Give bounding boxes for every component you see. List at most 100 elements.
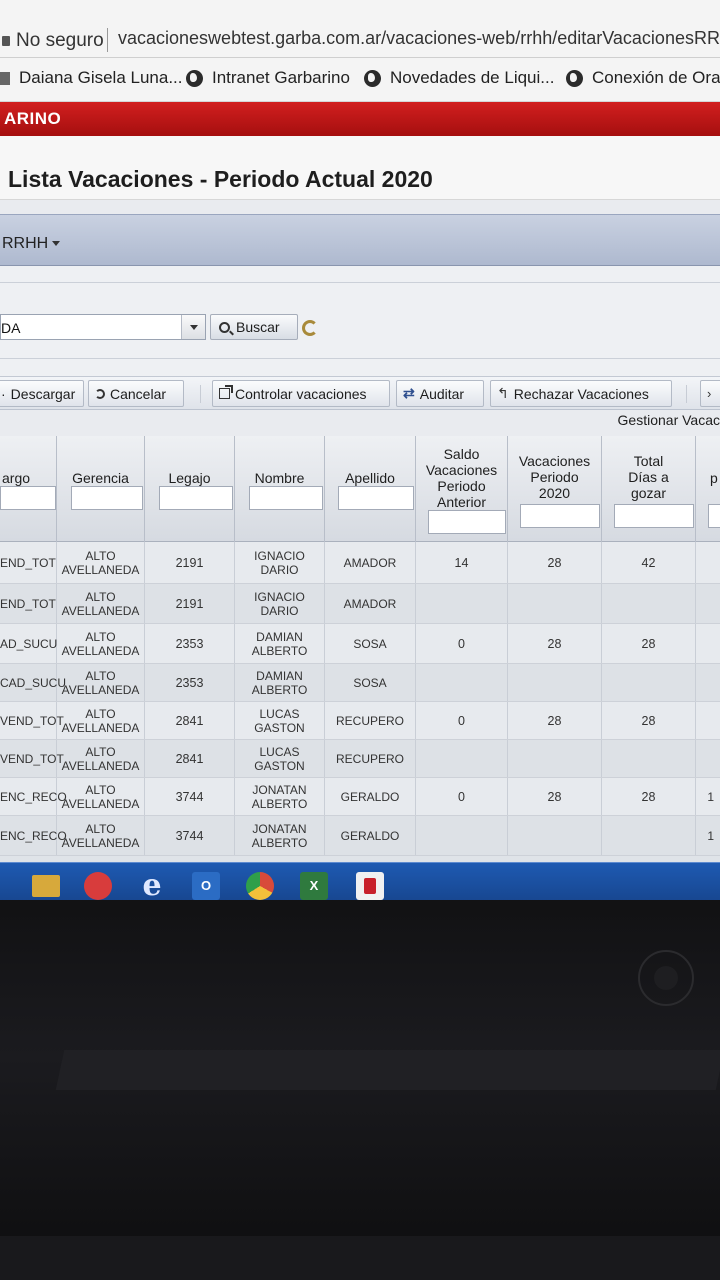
column-header-apellido[interactable]: Apellido [325, 436, 416, 542]
control-vacations-button[interactable]: Controlar vacaciones [212, 380, 390, 407]
column-header-extra[interactable]: p [696, 436, 720, 542]
bookmark-item[interactable]: Daiana Gisela Luna... [0, 68, 183, 88]
column-header-legajo[interactable]: Legajo [145, 436, 235, 542]
bookmark-item[interactable]: Intranet Garbarino [186, 68, 350, 88]
internet-explorer-icon[interactable]: e [138, 871, 166, 901]
table-row[interactable]: VEND_TOT ALTO AVELLANEDA 2841 LUCAS GAST… [0, 702, 720, 740]
filter-input-cargo[interactable] [0, 486, 56, 510]
desk-surface [0, 1236, 720, 1280]
search-icon [219, 321, 230, 333]
cell-total: 28 [602, 778, 696, 815]
app-icon[interactable] [356, 872, 384, 900]
table-row[interactable]: ENC_RECO ALTO AVELLANEDA 3744 JONATAN AL… [0, 816, 720, 856]
cell-nombre: DAMIAN ALBERTO [235, 664, 325, 701]
filter-input-nombre[interactable] [249, 486, 323, 510]
skype-icon[interactable] [84, 872, 112, 900]
cell-saldo: 0 [416, 624, 508, 663]
filter-input-vacaciones[interactable] [520, 504, 600, 528]
cell-apellido: GERALDO [325, 778, 416, 815]
page-title: Lista Vacaciones - Periodo Actual 2020 [8, 166, 433, 192]
download-button[interactable]: · Descargar [0, 380, 84, 407]
excel-icon[interactable]: X [300, 872, 328, 900]
search-button[interactable]: Buscar [210, 314, 298, 340]
monitor-screen: No seguro vacacioneswebtest.garba.com.ar… [0, 0, 720, 900]
bookmark-label: Intranet Garbarino [212, 68, 350, 87]
cell-extra [696, 542, 720, 583]
cell-vacaciones [508, 816, 602, 855]
cell-total: 28 [602, 624, 696, 663]
chevron-down-icon[interactable] [181, 315, 205, 339]
cell-apellido: GERALDO [325, 816, 416, 855]
cell-gerencia: ALTO AVELLANEDA [57, 664, 145, 701]
column-header-nombre[interactable]: Nombre [235, 436, 325, 542]
column-header-vacaciones[interactable]: Vacaciones Periodo 2020 [508, 436, 602, 542]
toolbar-separator [686, 385, 687, 403]
url-field[interactable]: vacacioneswebtest.garba.com.ar/vacacione… [118, 28, 720, 49]
refresh-icon[interactable] [302, 320, 318, 336]
insecure-label[interactable]: No seguro [16, 30, 104, 52]
table-row[interactable]: VEND_TOT ALTO AVELLANEDA 2841 LUCAS GAST… [0, 740, 720, 778]
undo-icon [95, 388, 105, 399]
filter-input-total[interactable] [614, 504, 694, 528]
audit-button[interactable]: ⇄ Auditar [396, 380, 484, 407]
cell-saldo: 14 [416, 542, 508, 583]
cell-legajo: 3744 [145, 778, 235, 815]
cell-cargo: VEND_TOT [0, 702, 64, 739]
cell-legajo: 2191 [145, 584, 235, 623]
column-label: Legajo [168, 470, 211, 486]
grid-toolbar: · Descargar Cancelar Controlar vacacione… [0, 376, 720, 410]
cell-cargo: END_TOT [0, 542, 57, 583]
reject-vacations-button[interactable]: ↰ Rechazar Vacaciones [490, 380, 672, 407]
insecure-icon [2, 36, 10, 46]
audit-button-label: Auditar [419, 385, 465, 402]
cell-legajo: 2841 [145, 740, 235, 777]
cell-nombre: LUCAS GASTON [235, 702, 325, 739]
column-header-cargo[interactable]: argo [0, 436, 57, 542]
table-row[interactable]: END_TOT ALTO AVELLANEDA 2191 IGNACIO DAR… [0, 542, 720, 584]
filter-input-extra[interactable] [708, 504, 720, 528]
keyboard-shadow [55, 1050, 720, 1090]
cancel-button[interactable]: Cancelar [88, 380, 184, 407]
filter-input-legajo[interactable] [159, 486, 233, 510]
cell-gerencia: ALTO AVELLANEDA [57, 624, 145, 663]
column-header-saldo[interactable]: Saldo Vacaciones Periodo Anterior [416, 436, 508, 542]
chrome-icon[interactable] [246, 872, 274, 900]
column-header-gerencia[interactable]: Gerencia [57, 436, 145, 542]
cell-cargo: AD_SUCU [0, 624, 57, 663]
browser-address-bar[interactable]: No seguro vacacioneswebtest.garba.com.ar… [0, 0, 720, 58]
branch-select[interactable]: DA [0, 314, 206, 340]
chevron-down-icon [52, 241, 61, 247]
hp-logo-icon [638, 950, 694, 1006]
cell-legajo: 2353 [145, 624, 235, 663]
column-header-total[interactable]: Total Días a gozar [602, 436, 696, 542]
cell-nombre: JONATAN ALBERTO [235, 816, 325, 855]
menu-rrhh[interactable]: RRHH [2, 235, 61, 253]
bookmark-item[interactable]: Conexión de Orac [566, 68, 720, 88]
grid-header: argo Gerencia Legajo Nombre Apellido Sal… [0, 436, 720, 542]
cell-nombre: JONATAN ALBERTO [235, 778, 325, 815]
bookmark-item[interactable]: Novedades de Liqui... [364, 68, 554, 88]
cell-apellido: AMADOR [325, 584, 416, 623]
cell-nombre: IGNACIO DARIO [235, 542, 325, 583]
cell-saldo: 0 [416, 778, 508, 815]
table-row[interactable]: CAD_SUCU ALTO AVELLANEDA 2353 DAMIAN ALB… [0, 664, 720, 702]
cell-cargo: VEND_TOT [0, 740, 64, 777]
filter-input-saldo[interactable] [428, 510, 506, 534]
cell-gerencia: ALTO AVELLANEDA [57, 584, 145, 623]
menu-bar: RRHH [0, 214, 720, 266]
filter-input-gerencia[interactable] [71, 486, 143, 510]
table-row[interactable]: AD_SUCU ALTO AVELLANEDA 2353 DAMIAN ALBE… [0, 624, 720, 664]
page-header: Lista Vacaciones - Periodo Actual 2020 [0, 136, 720, 200]
cell-legajo: 2841 [145, 702, 235, 739]
folder-icon[interactable] [32, 875, 60, 897]
more-button[interactable]: › [700, 380, 720, 407]
page-icon [0, 71, 10, 85]
reply-arrow-icon: ↰ [497, 385, 509, 401]
table-row[interactable]: END_TOT ALTO AVELLANEDA 2191 IGNACIO DAR… [0, 584, 720, 624]
filter-input-apellido[interactable] [338, 486, 414, 510]
menu-rrhh-label: RRHH [2, 235, 49, 252]
cell-total [602, 584, 696, 623]
outlook-icon[interactable]: O [192, 872, 220, 900]
table-row[interactable]: ENC_RECO ALTO AVELLANEDA 3744 JONATAN AL… [0, 778, 720, 816]
cell-vacaciones [508, 664, 602, 701]
